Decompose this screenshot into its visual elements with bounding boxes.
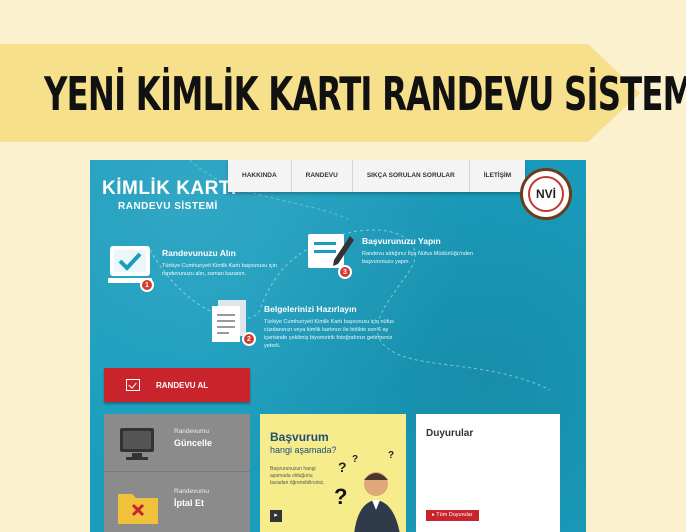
website-screenshot: KİMLİK KARTI RANDEVU SİSTEMİ HAKKINDA RA… <box>90 160 586 532</box>
main-nav: HAKKINDA RANDEVU SIKÇA SORULAN SORULAR İ… <box>228 160 526 192</box>
step-2-desc: Türkiye Cumhuriyeti Kimlik Kartı başvuru… <box>264 319 394 349</box>
update-label-large: Güncelle <box>174 438 213 448</box>
svg-text:?: ? <box>334 484 347 509</box>
cancel-appointment-button[interactable]: Randevumu İptal Et <box>104 474 250 532</box>
announcements-panel: Duyurular ▸ Tüm Duyurular <box>416 414 560 532</box>
step-2-title: Belgelerinizi Hazırlayın <box>264 304 357 314</box>
nvi-emblem-text: NVİ <box>528 176 564 212</box>
step-badge-2: 2 <box>242 332 256 346</box>
thinking-man-illustration: ? ? ? ? <box>334 450 400 532</box>
step-badge-1: 1 <box>140 278 154 292</box>
logo-title: KİMLİK KARTI <box>102 178 237 199</box>
update-label-small: Randevumu <box>174 428 210 435</box>
svg-text:?: ? <box>388 450 394 461</box>
step-1-desc: Türkiye Cumhuriyeti Kimlik Kartı başvuru… <box>162 263 277 277</box>
application-status-panel[interactable]: Başvurum hangi aşamada? Başvurunuzun han… <box>260 414 406 532</box>
update-appointment-button[interactable]: Randevumu Güncelle <box>104 414 250 472</box>
announcements-title: Duyurular <box>426 428 474 439</box>
appointment-actions-panel: Randevumu Güncelle Randevumu İptal Et <box>104 414 250 532</box>
cancel-label-small: Randevumu <box>174 488 210 495</box>
banner-title: YENİ KİMLİK KARTI RANDEVU SİSTEMİ <box>44 67 686 121</box>
cancel-label-large: İptal Et <box>174 498 205 508</box>
step-1: Randevunuzu Alın Türkiye Cumhuriyeti Kim… <box>162 248 290 278</box>
nav-item-sss[interactable]: SIKÇA SORULAN SORULAR <box>353 160 470 192</box>
checkbox-icon <box>126 379 140 391</box>
nav-item-iletisim[interactable]: İLETİŞİM <box>470 160 525 192</box>
all-announcements-button[interactable]: ▸ Tüm Duyurular <box>426 510 479 521</box>
logo-subtitle: RANDEVU SİSTEMİ <box>118 201 218 212</box>
step-1-title: Randevunuzu Alın <box>162 248 236 258</box>
nav-item-randevu[interactable]: RANDEVU <box>292 160 353 192</box>
step-3-desc: Randevu aldığınız İlçe Nüfus Müdürlüğü'n… <box>362 251 474 265</box>
site-logo[interactable]: KİMLİK KARTI RANDEVU SİSTEMİ <box>102 178 237 212</box>
step-2: Belgelerinizi Hazırlayın Türkiye Cumhuri… <box>264 304 396 350</box>
svg-text:?: ? <box>352 454 358 465</box>
monitor-icon <box>120 428 154 460</box>
folder-x-icon <box>118 494 158 524</box>
randevu-al-label: RANDEVU AL <box>156 380 209 390</box>
step-3: Başvurunuzu Yapın Randevu aldığınız İlçe… <box>362 236 480 266</box>
svg-text:?: ? <box>338 459 347 475</box>
status-desc: Başvurunuzun hangi aşamada olduğunu bura… <box>270 466 325 486</box>
status-title: Başvurum <box>270 430 329 444</box>
nav-item-hakkinda[interactable]: HAKKINDA <box>228 160 292 192</box>
step-badge-3: 3 <box>338 265 352 279</box>
all-announcements-label: Tüm Duyurular <box>436 512 473 518</box>
status-arrow-button[interactable]: ▸ <box>270 510 282 522</box>
randevu-al-button[interactable]: RANDEVU AL <box>104 368 250 402</box>
step-3-title: Başvurunuzu Yapın <box>362 236 441 246</box>
nvi-emblem: NVİ <box>520 168 572 220</box>
status-subtitle: hangi aşamada? <box>270 445 337 455</box>
